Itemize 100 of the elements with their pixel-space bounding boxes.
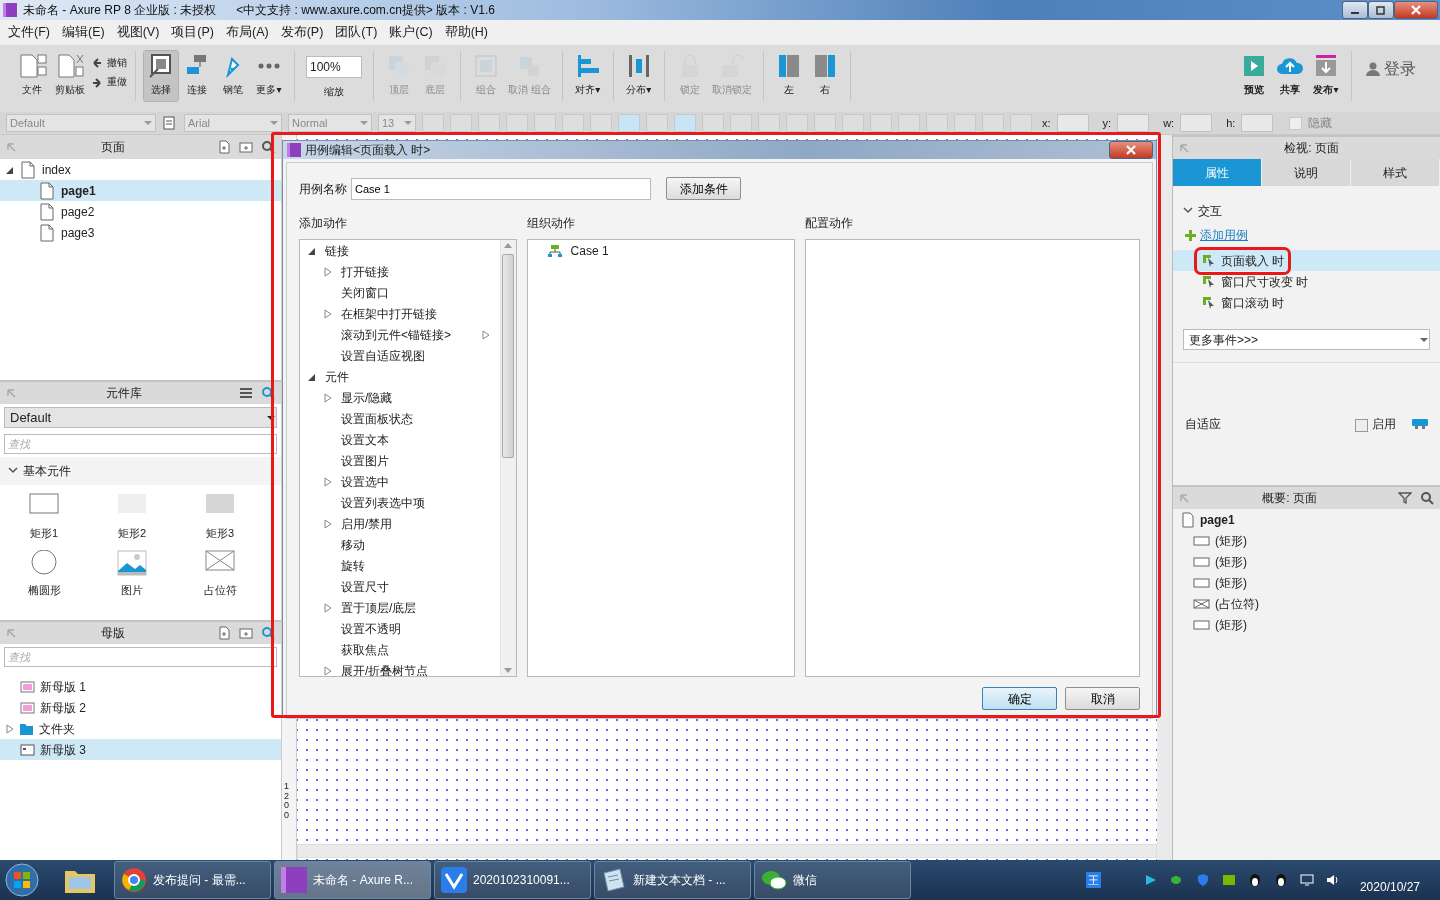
tree-group[interactable]: 链接	[300, 240, 500, 261]
widget-tile[interactable]: 图片	[88, 549, 176, 598]
menu-item[interactable]: 布局(A)	[220, 23, 275, 42]
events-dropdown[interactable]: 更多事件>>>	[1183, 329, 1430, 350]
number-field[interactable]	[1117, 114, 1150, 132]
action-item[interactable]: 启用/禁用	[300, 513, 500, 534]
action-item[interactable]: 设置自适应视图	[300, 345, 500, 366]
menu-item[interactable]: 项目(P)	[165, 23, 220, 42]
tree-item[interactable]: page2	[0, 201, 281, 222]
toolbar-button[interactable]: 发布▾	[1309, 51, 1343, 101]
toolbar-button[interactable]: 预览	[1237, 51, 1271, 101]
widget-tile[interactable]: 矩形3	[176, 493, 264, 542]
expand-arrow-icon[interactable]	[324, 476, 332, 487]
menu-icon[interactable]	[239, 386, 253, 400]
widget-tile[interactable]: 矩形1	[0, 493, 88, 542]
scrollbar[interactable]	[297, 844, 1157, 858]
toolbar-button[interactable]: 剪贴板	[52, 51, 88, 101]
number-field[interactable]	[1180, 114, 1213, 132]
speaker-icon[interactable]	[1325, 873, 1340, 887]
filter-icon[interactable]	[1398, 491, 1412, 505]
format-painter-icon[interactable]	[162, 116, 178, 130]
action-item[interactable]: 设置选中	[300, 471, 500, 492]
flyout-arrow-icon[interactable]	[481, 329, 490, 340]
maximize-button[interactable]	[1368, 1, 1394, 19]
outline-item[interactable]: (矩形)	[1173, 614, 1440, 635]
toolbar-button[interactable]: 钢笔	[216, 51, 250, 101]
taskbar-button[interactable]: 未命名 - Axure R...	[274, 861, 431, 899]
add-case-link[interactable]: 添加用例	[1200, 226, 1248, 244]
dock-icon[interactable]	[6, 388, 16, 398]
taskbar-button[interactable]: 新建文本文档 - ...	[594, 861, 751, 899]
zoom-field[interactable]: 100%	[306, 56, 362, 78]
add-page-icon[interactable]	[217, 626, 231, 640]
penguin-icon[interactable]	[1273, 873, 1288, 887]
graphics-icon[interactable]	[1221, 873, 1236, 887]
number-field[interactable]	[1241, 114, 1274, 132]
chat-icon[interactable]	[1169, 873, 1184, 887]
add-condition-button[interactable]: 添加条件	[666, 177, 741, 200]
action-item[interactable]: 显示/隐藏	[300, 387, 500, 408]
widget-tile[interactable]: 椭圆形	[0, 549, 88, 598]
outline-item[interactable]: (矩形)	[1173, 530, 1440, 551]
master-item[interactable]: 文件夹	[0, 718, 281, 739]
toolbar-button[interactable]: 更多▾	[252, 51, 286, 101]
action-item[interactable]: 展开/折叠树节点	[300, 660, 500, 676]
case-item[interactable]: Case 1	[527, 240, 794, 261]
action-item[interactable]: 关闭窗口	[300, 282, 500, 303]
dialog-button[interactable]: 取消	[1065, 687, 1140, 710]
action-item[interactable]: 移动	[300, 534, 500, 555]
menu-item[interactable]: 文件(F)	[2, 23, 56, 42]
dock-icon[interactable]	[6, 142, 16, 152]
expand-arrow-icon[interactable]	[324, 392, 332, 403]
tree-item[interactable]: page3	[0, 222, 281, 243]
hidden-checkbox[interactable]	[1289, 116, 1303, 130]
widget-tile[interactable]: 矩形2	[88, 493, 176, 542]
outline-item[interactable]: page1	[1173, 509, 1440, 530]
shield-icon[interactable]	[1195, 873, 1210, 887]
scroll-thumb[interactable]	[502, 254, 515, 458]
action-item[interactable]: 设置面板状态	[300, 408, 500, 429]
toolbar-button[interactable]: 重做	[90, 74, 127, 89]
case-name-field[interactable]: Case 1	[351, 177, 651, 200]
menu-item[interactable]: 编辑(E)	[55, 23, 111, 42]
menu-item[interactable]: 视图(V)	[110, 23, 166, 42]
tab[interactable]: 说明	[1262, 159, 1351, 186]
action-item[interactable]: 设置图片	[300, 450, 500, 471]
add-folder-icon[interactable]	[239, 626, 253, 640]
expand-arrow-icon[interactable]	[324, 308, 332, 319]
dialog-button[interactable]: 确定	[982, 687, 1057, 710]
close-button[interactable]	[1109, 141, 1153, 159]
close-button[interactable]	[1394, 1, 1438, 19]
toolbar-button[interactable]: 选择	[144, 51, 178, 101]
search-field[interactable]: 查找	[4, 434, 277, 454]
ime-indicator[interactable]: 王	[1085, 871, 1101, 889]
toolbar-button[interactable]: 右	[807, 51, 842, 101]
menu-item[interactable]: 团队(T)	[329, 23, 384, 42]
search-icon[interactable]	[1420, 491, 1434, 505]
master-item[interactable]: 新母版 3	[0, 739, 281, 760]
collapsed-icon[interactable]	[6, 723, 14, 734]
event-item[interactable]: 窗口尺寸改变 时	[1173, 271, 1440, 292]
start-button-icon[interactable]	[4, 862, 40, 898]
scroll-down-icon[interactable]	[504, 668, 513, 673]
menu-item[interactable]: 发布(P)	[274, 23, 330, 42]
toolbar-button[interactable]: 共享	[1273, 51, 1307, 101]
expand-arrow-icon[interactable]	[324, 518, 332, 529]
dock-icon[interactable]	[1179, 143, 1189, 153]
expand-arrow-icon[interactable]	[324, 266, 332, 277]
outline-item[interactable]: (矩形)	[1173, 551, 1440, 572]
display-icon[interactable]	[1299, 873, 1314, 887]
toolbar-button[interactable]: 撤销	[90, 55, 127, 70]
library-dropdown[interactable]: Default	[4, 407, 277, 428]
master-item[interactable]: 新母版 2	[0, 697, 281, 718]
toolbar-button[interactable]: 对齐▾	[570, 51, 605, 101]
dock-icon[interactable]	[6, 628, 16, 638]
action-item[interactable]: 置于顶层/底层	[300, 597, 500, 618]
number-field[interactable]	[1056, 114, 1089, 132]
dock-icon[interactable]	[1179, 493, 1189, 503]
menu-item[interactable]: 帮助(H)	[438, 23, 494, 42]
outline-item[interactable]: (占位符)	[1173, 593, 1440, 614]
scrollbar[interactable]	[499, 240, 516, 676]
action-item[interactable]: 设置不透明	[300, 618, 500, 639]
minimize-button[interactable]	[1342, 1, 1368, 19]
action-item[interactable]: 旋转	[300, 555, 500, 576]
